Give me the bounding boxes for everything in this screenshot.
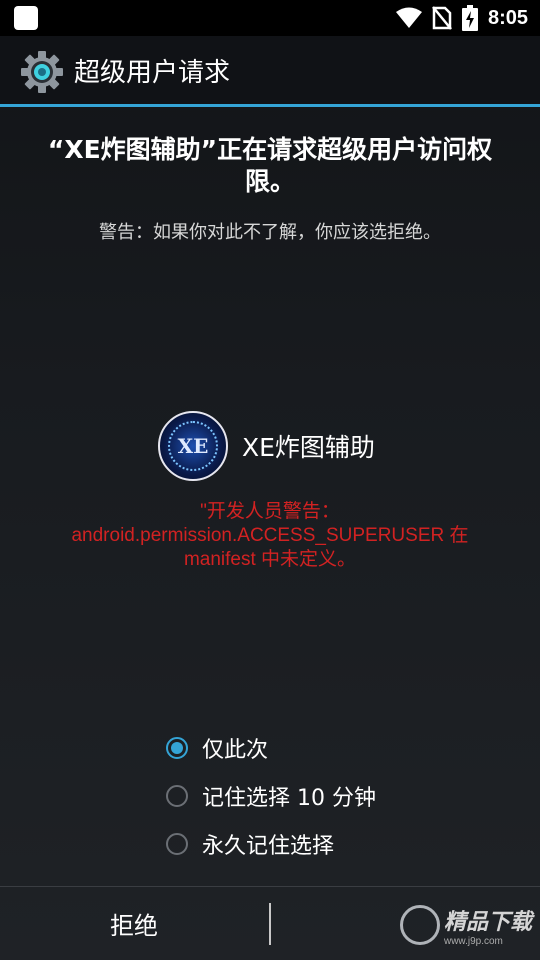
action-bar-title: 超级用户请求 <box>74 58 231 88</box>
status-bar: 8:05 <box>0 0 540 36</box>
deny-button[interactable]: 拒绝 <box>0 887 268 960</box>
screen: 8:05 超级用户请求 “XE炸图辅助”正在请求超级用户访问权限。 警告：如果你… <box>0 0 540 960</box>
watermark-text: 精品下载 <box>443 909 532 935</box>
gear-icon <box>21 51 63 93</box>
radio-unchecked-icon[interactable] <box>166 785 188 807</box>
developer-warning-line: android.permission.ACCESS_SUPERUSER 在 <box>71 525 469 546</box>
wifi-icon <box>395 7 422 28</box>
radio-option-10-minutes[interactable]: 记住选择 10 分钟 <box>166 772 376 820</box>
status-icons: 8:05 <box>395 0 528 36</box>
radio-label[interactable]: 永久记住选择 <box>202 828 334 860</box>
warning-text: 警告：如果你对此不了解，你应该选拒绝。 <box>99 222 441 243</box>
watermark-text-group: 精品下载 www.j9p.com <box>444 904 532 947</box>
app-name: XE炸图辅助 <box>242 433 375 462</box>
developer-warning-line: "开发人员警告： <box>200 501 340 522</box>
app-icon: XE <box>158 411 228 481</box>
button-divider <box>269 903 271 945</box>
request-text: “XE炸图辅助”正在请求超级用户访问权限。 <box>47 135 493 196</box>
radio-unchecked-icon[interactable] <box>166 833 188 855</box>
radio-label[interactable]: 仅此次 <box>202 732 268 764</box>
notification-square-icon <box>14 6 38 30</box>
watermark-logo-icon <box>399 905 440 945</box>
radio-option-once[interactable]: 仅此次 <box>166 724 376 772</box>
radio-checked-icon[interactable] <box>166 737 188 759</box>
no-sim-icon <box>432 6 452 30</box>
watermark: 精品下载 www.j9p.com <box>399 900 532 950</box>
radio-option-forever[interactable]: 永久记住选择 <box>166 820 376 868</box>
developer-warning: "开发人员警告： android.permission.ACCESS_SUPER… <box>30 500 510 572</box>
battery-charging-icon <box>461 5 478 31</box>
action-bar-divider <box>0 104 540 107</box>
radio-dot <box>171 742 183 754</box>
app-info: XE XE炸图辅助 <box>158 411 375 481</box>
remember-choice-radio-group: 仅此次 记住选择 10 分钟 永久记住选择 <box>166 724 376 868</box>
app-icon-label: XE <box>177 434 209 458</box>
developer-warning-line: manifest 中未定义。 <box>183 549 357 570</box>
radio-label[interactable]: 记住选择 10 分钟 <box>202 780 376 812</box>
watermark-url: www.j9p.com <box>443 935 503 947</box>
status-time: 8:05 <box>487 6 528 29</box>
